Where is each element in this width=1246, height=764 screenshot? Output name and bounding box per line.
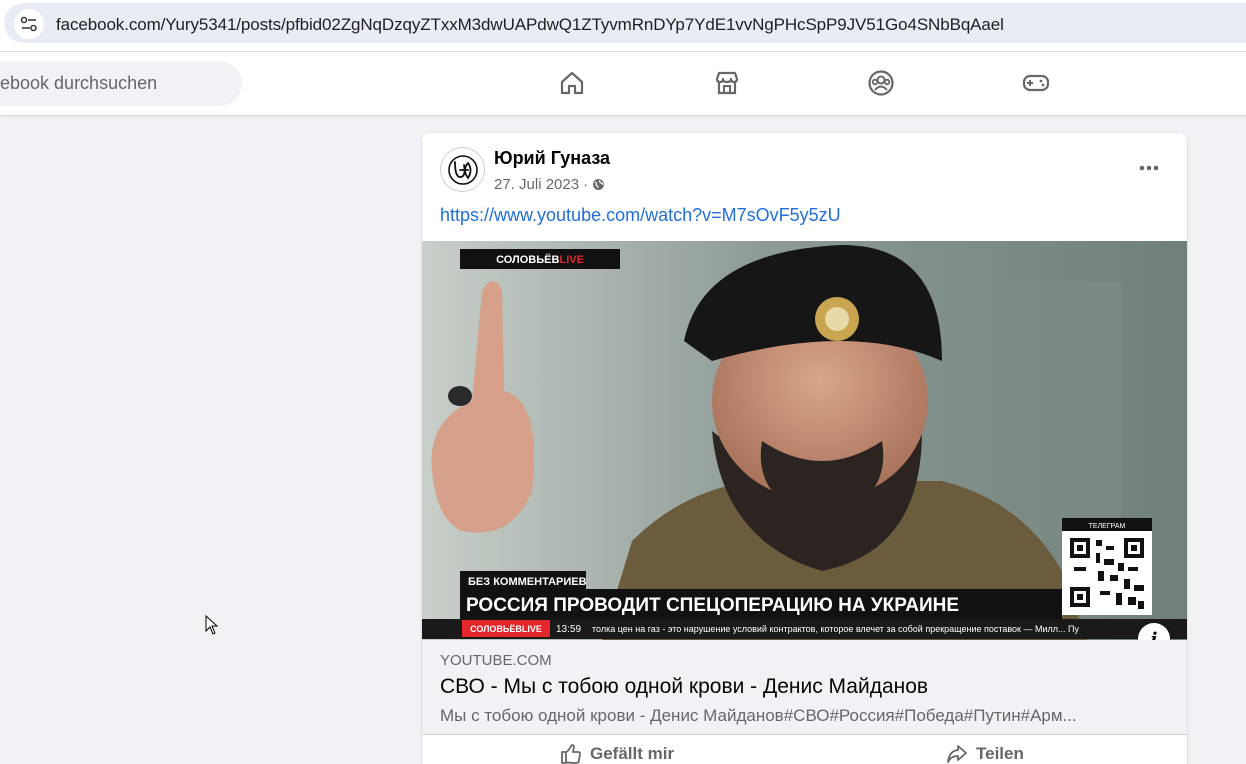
home-icon[interactable] <box>556 67 588 99</box>
post-meta: 27. Juli 2023 · <box>494 176 605 193</box>
url-field[interactable]: facebook.com/Yury5341/posts/pfbid02ZgNqD… <box>4 3 1246 43</box>
search-placeholder: ebook durchsuchen <box>0 73 158 93</box>
search-input[interactable]: ebook durchsuchen <box>0 61 242 106</box>
meta-separator: · <box>583 176 589 193</box>
post-link[interactable]: https://www.youtube.com/watch?v=M7sOvF5y… <box>440 205 841 226</box>
browser-address-bar: facebook.com/Yury5341/posts/pfbid02ZgNqD… <box>0 0 1246 52</box>
ticker-channel: СОЛОВЬЁВLIVE <box>470 624 542 634</box>
ticker-time: 13:59 <box>556 624 581 635</box>
share-button[interactable]: Teilen <box>946 743 1024 764</box>
svg-text:СОЛОВЬЁВLIVE: СОЛОВЬЁВLIVE <box>496 253 584 266</box>
preview-description: Мы с тобою одной крови - Денис Майданов#… <box>440 706 1077 725</box>
post-date[interactable]: 27. Juli 2023 <box>494 176 579 193</box>
author-avatar[interactable] <box>440 147 485 192</box>
thumbs-up-icon <box>561 744 581 764</box>
preview-domain: YOUTUBE.COM <box>440 652 552 669</box>
more-icon <box>1139 165 1159 171</box>
groups-icon[interactable] <box>865 67 897 99</box>
ticker-text: толка цен на газ - это нарушение условий… <box>592 624 1079 634</box>
post-card: Юрий Гуназа 27. Juli 2023 · https://www.… <box>422 133 1187 764</box>
like-button[interactable]: Gefällt mir <box>560 743 674 764</box>
video-subheadline: БЕЗ КОММЕНТАРИЕВ <box>468 576 587 588</box>
globe-icon <box>592 178 605 191</box>
url-text[interactable]: facebook.com/Yury5341/posts/pfbid02ZgNqD… <box>56 15 1004 35</box>
marketplace-icon[interactable] <box>711 67 743 99</box>
share-label: Teilen <box>976 744 1024 763</box>
mouse-cursor-icon <box>205 614 219 640</box>
post-actions: Gefällt mir Teilen <box>422 735 1187 764</box>
channel-badge-main: СОЛОВЬЁВ <box>496 253 559 266</box>
post-author-name[interactable]: Юрий Гуназа <box>494 148 610 169</box>
share-icon <box>947 745 967 763</box>
post-options-button[interactable] <box>1134 153 1164 183</box>
link-preview[interactable]: YOUTUBE.COM СВО - Мы с тобою одной крови… <box>422 640 1187 735</box>
preview-title[interactable]: СВО - Мы с тобою одной крови - Денис Май… <box>440 675 928 699</box>
gaming-icon[interactable] <box>1020 67 1052 99</box>
video-headline: РОССИЯ ПРОВОДИТ СПЕЦОПЕРАЦИЮ НА УКРАИНЕ <box>466 595 959 616</box>
like-label: Gefällt mir <box>590 744 675 763</box>
qr-label: ТЕЛЕГРАМ <box>1089 523 1126 530</box>
site-info-icon[interactable] <box>14 9 44 39</box>
facebook-top-nav: ebook durchsuchen <box>0 52 1246 115</box>
video-thumbnail[interactable]: СОЛОВЬЁВLIVE БЕЗ КОММЕНТАРИЕВ РОССИЯ ПРО… <box>422 241 1187 640</box>
channel-badge-live: LIVE <box>559 254 583 266</box>
